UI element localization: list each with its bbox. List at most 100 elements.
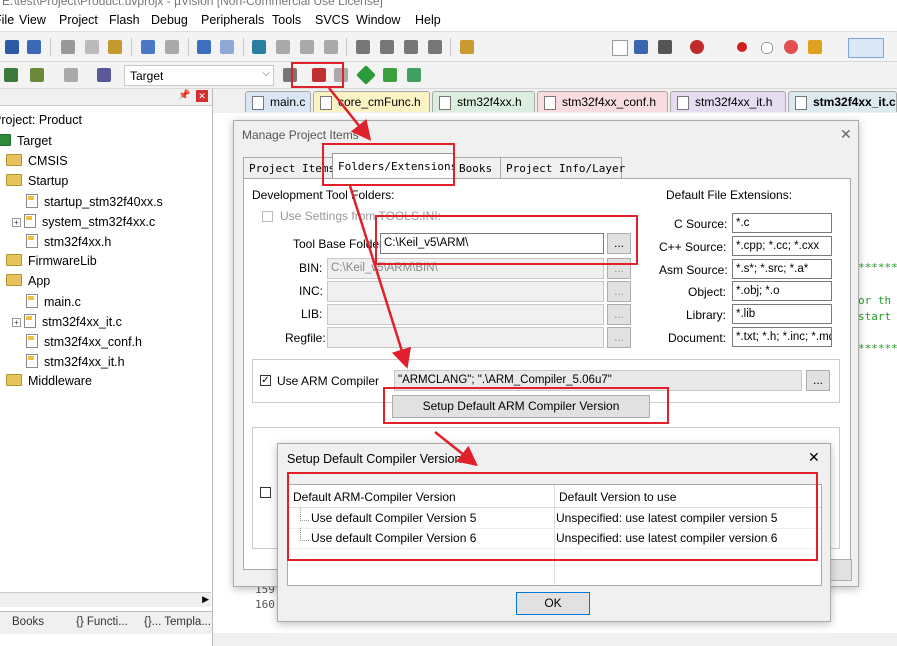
row-use[interactable]: Unspecified: use latest compiler version… [556,511,777,525]
file-tab-main-c[interactable]: main.c [245,91,311,112]
menu-window[interactable]: Window [356,13,400,27]
comment-icon[interactable] [404,40,418,54]
ext-input-cpp[interactable]: *.cpp; *.cc; *.cxx [732,236,832,256]
menu-file[interactable]: File [0,13,14,27]
tab-functions[interactable]: {} Functi... [76,616,128,628]
menu-view[interactable]: View [19,13,46,27]
compiler-browse-button[interactable]: ... [806,370,830,391]
debug-session-icon[interactable] [690,40,704,54]
expand-icon[interactable]: + [12,218,21,227]
copy-icon[interactable] [85,40,99,54]
bookmark-clear-icon[interactable] [324,40,338,54]
indent-icon[interactable] [356,40,370,54]
inc-input[interactable] [327,281,604,302]
tree-folder-startup[interactable]: Startup [6,174,68,188]
nav-back-icon[interactable] [197,40,211,54]
menu-flash[interactable]: Flash [109,13,140,27]
find-in-files-icon[interactable] [460,40,474,54]
file-tab-conf-h[interactable]: stm32f4xx_conf.h [537,91,668,112]
tree-folder-cmsis[interactable]: CMSIS [6,154,68,168]
ext-input-document[interactable]: *.txt; *.h; *.inc; *.md [732,327,832,347]
save-all-icon[interactable] [27,40,41,54]
compiler-path-input[interactable]: "ARMCLANG"; ".\ARM_Compiler_5.06u7" [394,370,802,391]
tool-base-browse-button[interactable]: ... [607,233,631,254]
close-icon[interactable]: ✕ [196,90,208,102]
horizontal-scrollbar[interactable]: ▶ [0,592,211,607]
target-select[interactable]: Target ⌵ [124,65,274,86]
tree-file-stm32f4xx-h[interactable]: stm32f4xx.h [26,234,111,249]
manage-rte-icon[interactable] [356,65,376,85]
lib-input[interactable] [327,304,604,325]
tree-folder-firmwarelib[interactable]: FirmwareLib [6,254,97,268]
pack-installer-icon[interactable] [383,68,397,82]
undo-icon[interactable] [141,40,155,54]
group-checkbox[interactable] [260,487,271,498]
menu-tools[interactable]: Tools [272,13,301,27]
file-tab-stm32f4xx-h[interactable]: stm32f4xx.h [432,91,535,112]
file-tab-it-c[interactable]: stm32f4xx_it.c [788,91,897,112]
unindent-icon[interactable] [380,40,394,54]
regfile-input[interactable] [327,327,604,348]
close-icon[interactable]: ✕ [840,126,852,143]
redo-icon[interactable] [165,40,179,54]
expand-icon[interactable]: + [12,318,21,327]
tab-templates[interactable]: {}... Templa... [144,616,211,628]
tab-books[interactable]: Books [453,157,501,179]
pin-icon[interactable]: 📌 [178,90,190,101]
nav-forward-icon[interactable] [220,40,234,54]
settings-icon[interactable] [808,40,822,54]
tree-file-it-c[interactable]: + stm32f4xx_it.c [12,314,122,329]
regfile-browse-button[interactable]: ... [607,327,631,348]
breakpoint-icon[interactable] [737,42,747,52]
use-arm-compiler-checkbox[interactable]: ✓ [260,375,271,386]
window-layout-icon[interactable] [848,38,884,58]
tab-folders-extensions[interactable]: Folders/Extensions [332,153,457,180]
dropdown-chevron-icon[interactable] [612,40,628,56]
bin-input[interactable]: C:\Keil_v5\ARM\BIN\ [327,258,604,279]
breakpoint-kill-icon[interactable] [784,40,798,54]
target-options-icon[interactable] [283,68,297,82]
row-use[interactable]: Unspecified: use latest compiler version… [556,531,777,545]
tree-target[interactable]: Target [0,134,52,148]
load-icon[interactable] [97,68,111,82]
file-tab-core-cmfunc[interactable]: core_cmFunc.h [313,91,430,112]
ext-input-library[interactable]: *.lib [732,304,832,324]
bookmark-prev-icon[interactable] [276,40,290,54]
use-settings-checkbox[interactable] [262,211,273,222]
tab-books[interactable]: Books [12,616,44,628]
tree-file-system[interactable]: + system_stm32f4xx.c [12,214,155,229]
bookmark-next-icon[interactable] [300,40,314,54]
menu-project[interactable]: Project [59,13,98,27]
manage-project-items-icon[interactable] [312,68,326,82]
menu-svcs[interactable]: SVCS [315,13,349,27]
tree-file-conf[interactable]: stm32f4xx_conf.h [26,334,142,349]
lib-browse-button[interactable]: ... [607,304,631,325]
find-icon[interactable] [634,40,648,54]
tree-file-startup[interactable]: startup_stm32f40xx.s [26,194,163,209]
translate-icon[interactable] [4,68,18,82]
file-tab-it-h[interactable]: stm32f4xx_it.h [670,91,786,112]
setup-default-compiler-button[interactable]: Setup Default ARM Compiler Version [392,395,650,418]
menu-debug[interactable]: Debug [151,13,188,27]
table-row[interactable]: Use default Compiler Version 6 Unspecifi… [288,528,821,549]
inc-browse-button[interactable]: ... [607,281,631,302]
incremental-find-icon[interactable] [658,40,672,54]
project-root[interactable]: Project: Product [0,113,82,127]
menu-peripherals[interactable]: Peripherals [201,13,264,27]
menu-help[interactable]: Help [415,13,441,27]
rebuild-icon[interactable] [64,68,78,82]
build-icon[interactable] [30,68,44,82]
ext-input-c[interactable]: *.c [732,213,832,233]
tree-folder-app[interactable]: App [6,274,50,288]
save-icon[interactable] [5,40,19,54]
tree-folder-middleware[interactable]: Middleware [6,374,92,388]
select-packs-icon[interactable] [334,68,348,82]
software-packs-icon[interactable] [407,68,421,82]
bin-browse-button[interactable]: ... [607,258,631,279]
breakpoint-disable-icon[interactable] [761,42,773,54]
close-icon[interactable]: ✕ [808,449,820,466]
bookmark-icon[interactable] [252,40,266,54]
tree-file-it-h[interactable]: stm32f4xx_it.h [26,354,125,369]
paste-icon[interactable] [108,40,122,54]
tab-project-info-layer[interactable]: Project Info/Layer [500,157,625,179]
